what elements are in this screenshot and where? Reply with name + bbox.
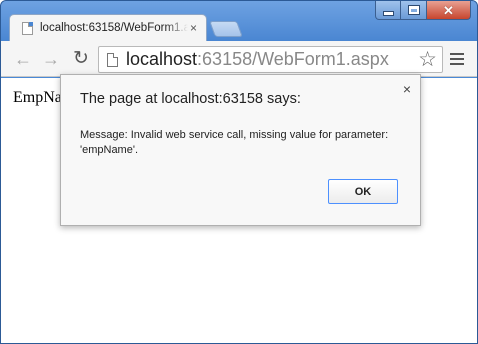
page-text: EmpNa (13, 89, 62, 106)
alert-dialog: × The page at localhost:63158 says: Mess… (60, 74, 421, 226)
title-bar: localhost:63158/WebForm1.aspx × ✕ (1, 1, 477, 41)
close-window-button[interactable]: ✕ (427, 1, 471, 20)
url-text[interactable]: localhost:63158/WebForm1.aspx (126, 49, 389, 70)
page-icon (22, 21, 33, 35)
maximize-icon (408, 6, 419, 14)
forward-button[interactable]: → (41, 49, 61, 69)
dialog-close-icon[interactable]: × (403, 82, 411, 96)
minimize-icon (383, 11, 393, 15)
browser-window: localhost:63158/WebForm1.aspx × ✕ ← → ↻ … (0, 0, 478, 344)
new-tab-button[interactable] (209, 21, 243, 37)
close-icon: ✕ (443, 2, 454, 18)
tab-title: localhost:63158/WebForm1.aspx (40, 22, 188, 34)
menu-icon[interactable] (450, 53, 464, 65)
tab-active[interactable]: localhost:63158/WebForm1.aspx × (9, 14, 207, 41)
page-info-icon[interactable] (107, 52, 118, 67)
browser-toolbar: ← → ↻ localhost:63158/WebForm1.aspx ☆ (1, 41, 477, 77)
window-controls: ✕ (375, 1, 471, 20)
url-host: localhost (126, 49, 198, 69)
address-bar[interactable]: localhost:63158/WebForm1.aspx ☆ (98, 46, 443, 73)
maximize-button[interactable] (401, 1, 427, 20)
ok-button[interactable]: OK (328, 179, 398, 204)
url-path: :63158/WebForm1.aspx (197, 49, 389, 69)
dialog-heading: The page at localhost:63158 says: (80, 91, 301, 107)
back-button[interactable]: ← (13, 49, 33, 69)
reload-button[interactable]: ↻ (71, 49, 91, 69)
tab-close-icon[interactable]: × (190, 21, 197, 35)
bookmark-star-icon[interactable]: ☆ (418, 48, 437, 72)
minimize-button[interactable] (375, 1, 401, 20)
dialog-message: Message: Invalid web service call, missi… (80, 129, 389, 156)
